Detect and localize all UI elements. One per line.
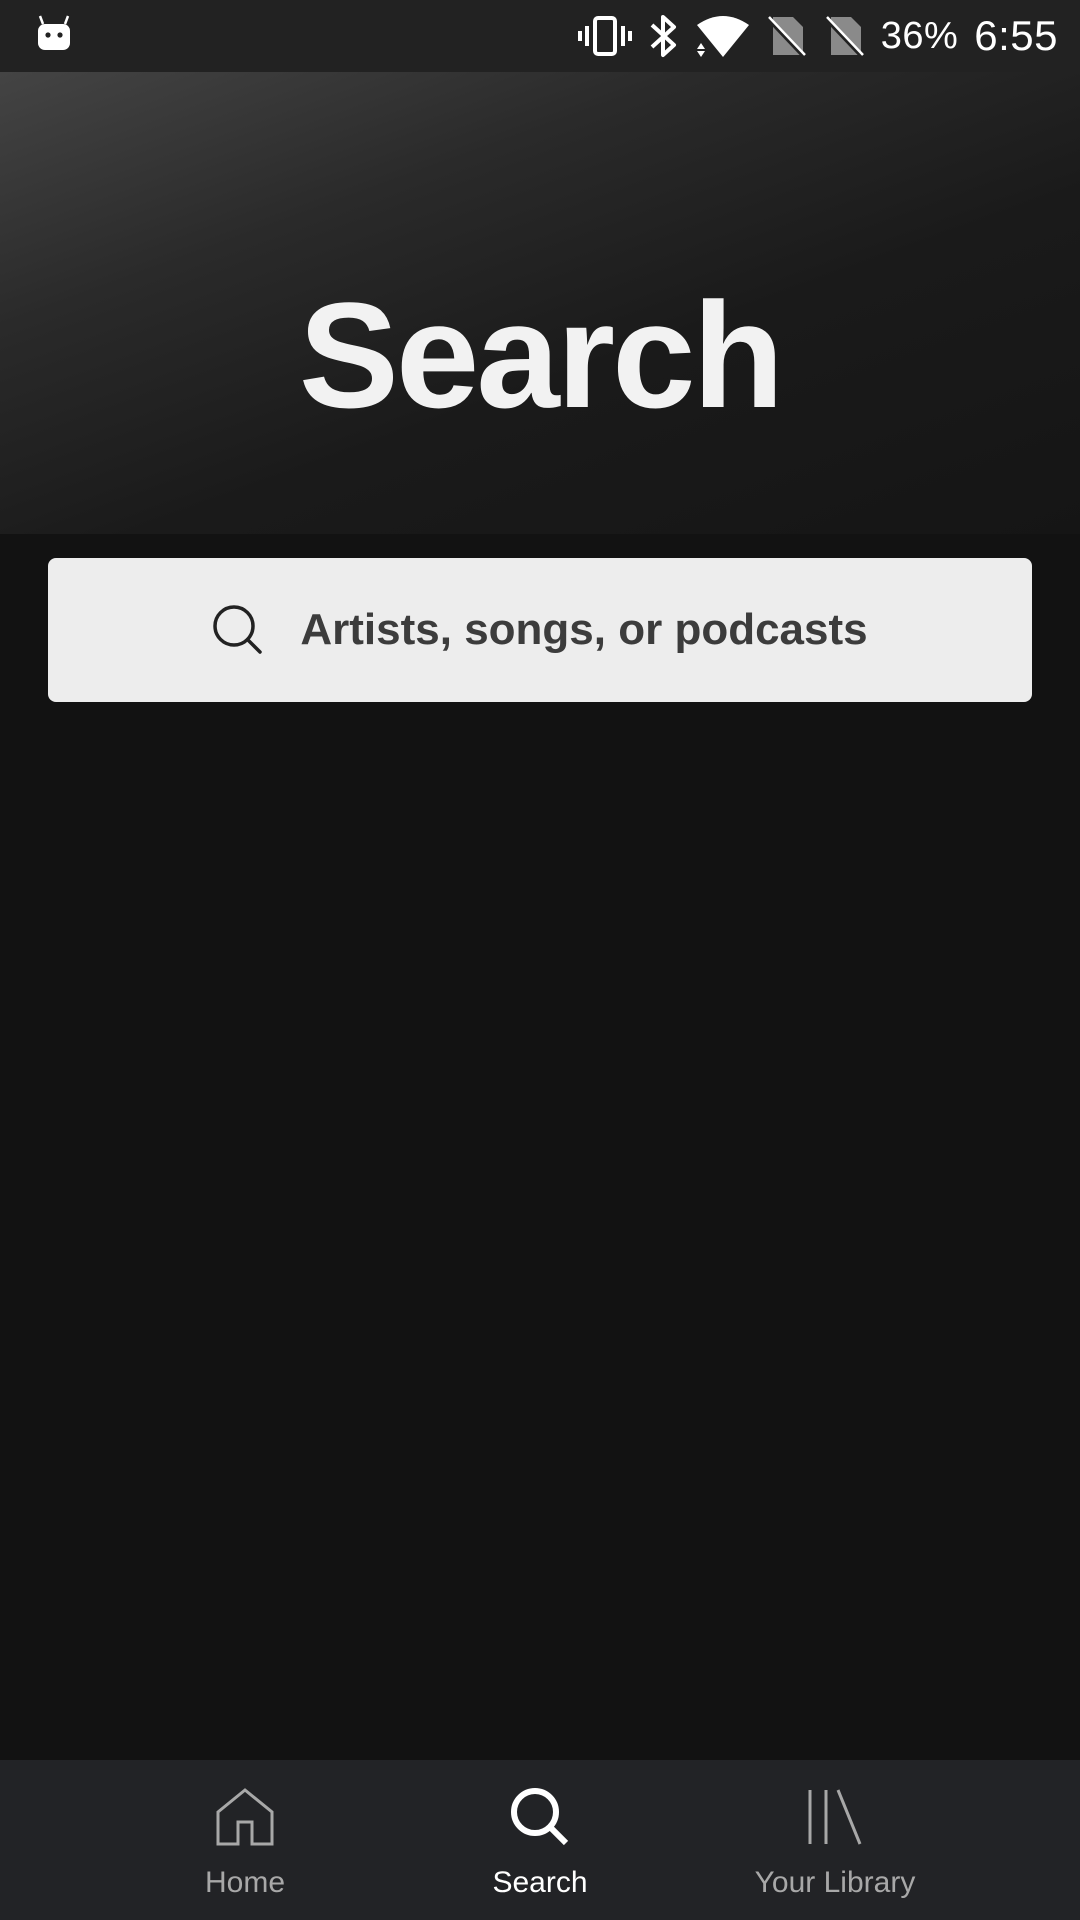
nav-library-label: Your Library [754, 1866, 916, 1899]
wifi-icon [696, 16, 749, 57]
page-title: Search [298, 271, 784, 439]
no-sim-icon [766, 16, 807, 59]
search-input[interactable]: Artists, songs, or podcasts [48, 558, 1032, 702]
nav-search[interactable]: Search [410, 1760, 670, 1920]
vibrate-icon [577, 16, 632, 56]
no-sim-icon [824, 16, 865, 59]
status-icons: 36% 6:55 [577, 0, 1058, 72]
search-icon [511, 1788, 569, 1846]
library-icon [808, 1789, 862, 1845]
clock: 6:55 [974, 12, 1058, 59]
search-placeholder: Artists, songs, or podcasts [300, 605, 868, 654]
status-bar: 36% 6:55 [0, 0, 1080, 72]
android-notification-icon [38, 15, 70, 50]
nav-home-label: Home [204, 1866, 286, 1899]
search-icon [213, 605, 263, 654]
nav-search-label: Search [492, 1866, 588, 1899]
nav-library[interactable]: Your Library [705, 1760, 965, 1920]
home-icon [216, 1788, 274, 1846]
nav-home[interactable]: Home [115, 1760, 375, 1920]
battery-percentage: 36% [880, 14, 959, 57]
bluetooth-icon [650, 15, 676, 57]
bottom-navigation: Home Search Your Library [0, 1760, 1080, 1920]
